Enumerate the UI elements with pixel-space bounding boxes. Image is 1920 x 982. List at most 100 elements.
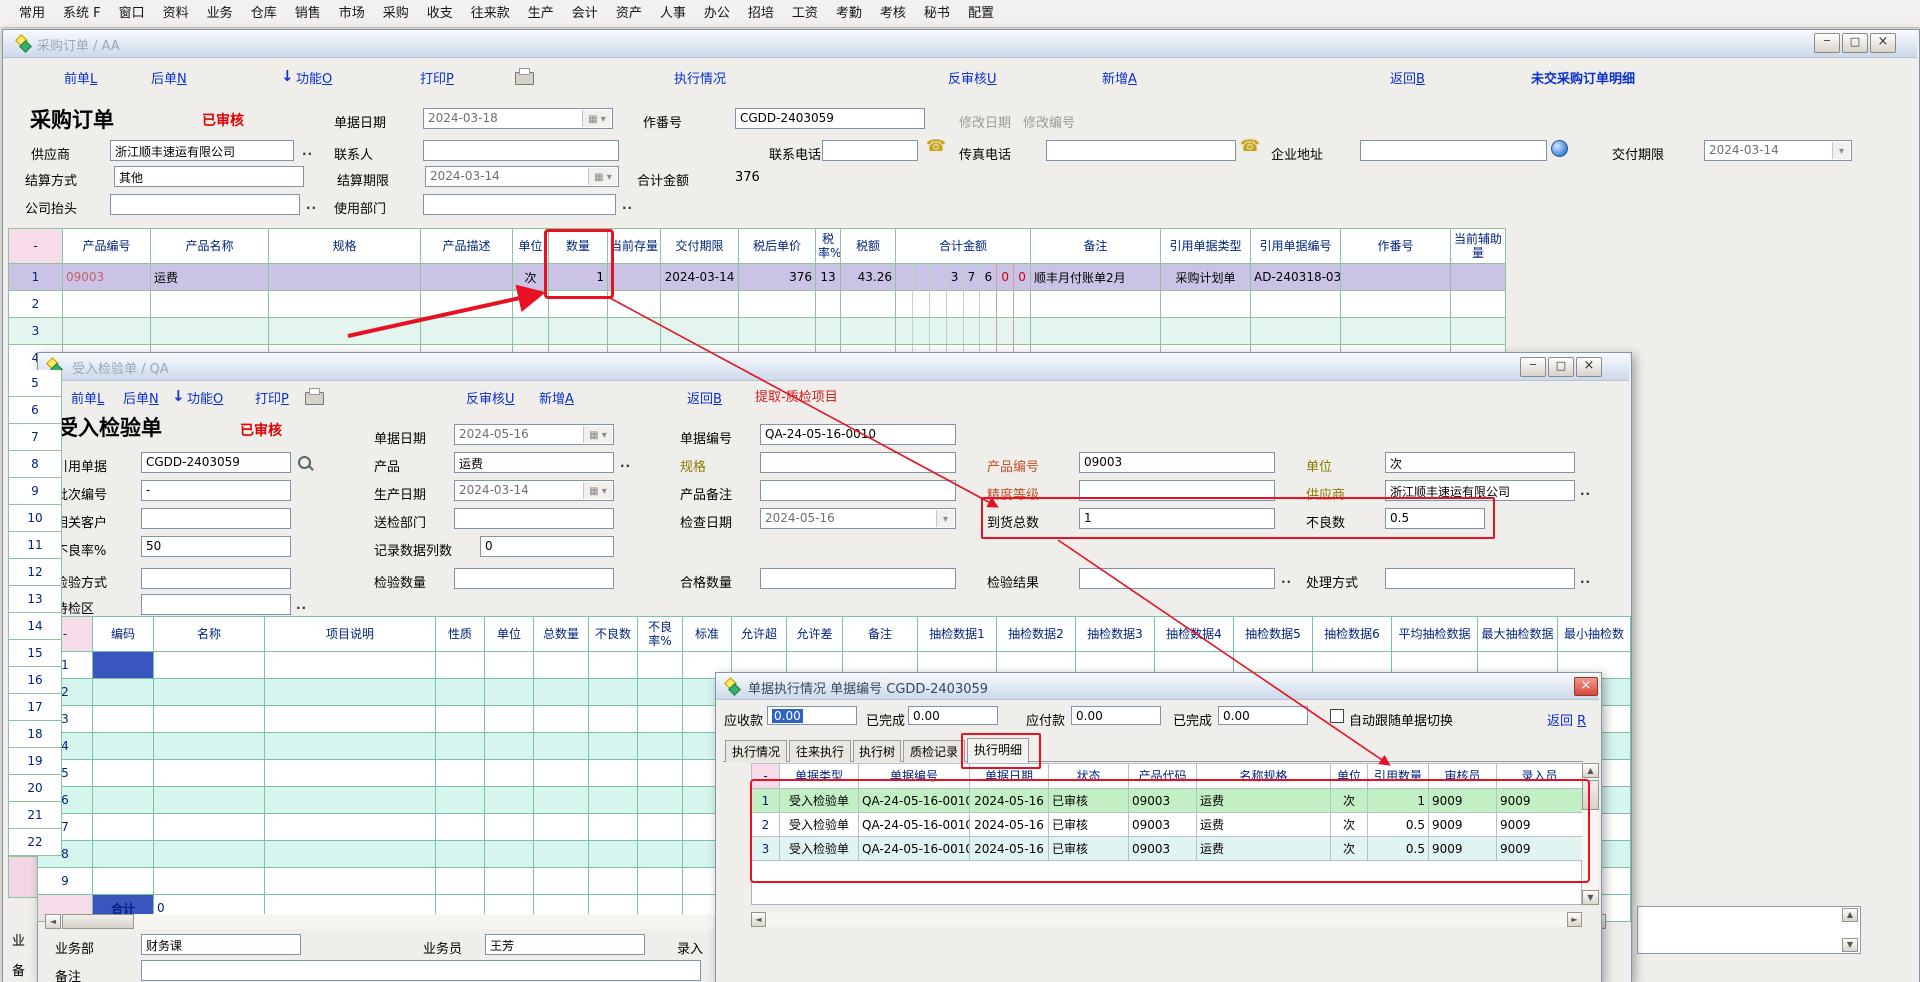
exec-titlebar[interactable]: 单据执行情况 单据编号 CGDD-2403059 — [716, 673, 1599, 700]
qa-unapprove-button[interactable]: 反审核U — [466, 388, 515, 407]
po-grid-row-3[interactable]: 3 — [9, 318, 1506, 345]
qa-spec-field[interactable] — [760, 452, 956, 473]
qa-product-note-field[interactable] — [760, 480, 956, 501]
po-pending-detail-link[interactable]: 未交采购订单明细 — [1531, 68, 1635, 87]
po-settle-method-field[interactable]: 其他 — [114, 166, 304, 187]
qa-note-field[interactable] — [141, 960, 701, 981]
menu-item[interactable]: 考勤 — [827, 0, 871, 27]
po-delivery-deadline-field[interactable]: 2024-03-14 — [1704, 140, 1852, 161]
row-number[interactable]: 11 — [8, 532, 62, 559]
exec-receivable-field[interactable]: 0.00 — [767, 706, 857, 725]
menu-item[interactable]: 工资 — [783, 0, 827, 27]
wait-area-lookup-button[interactable]: .. — [296, 598, 307, 612]
po-exec-status-link[interactable]: 执行情况 — [674, 68, 726, 87]
po-doc-no-field[interactable]: CGDD-2403059 — [735, 108, 925, 129]
po-minimize-button[interactable] — [1814, 33, 1840, 53]
qa-function-button[interactable]: 功能O — [187, 388, 223, 407]
scroll-up-button[interactable] — [1582, 763, 1599, 778]
company-title-lookup-button[interactable]: .. — [306, 198, 317, 212]
calendar-dropdown-icon[interactable] — [582, 110, 611, 127]
row-number[interactable]: 5 — [8, 370, 62, 397]
menu-item[interactable]: 秘书 — [915, 0, 959, 27]
row-number[interactable]: 20 — [8, 775, 62, 802]
po-grid-row-1[interactable]: 1 09003 运费 次 1 2024-03-14 376 13 43.26 3… — [9, 264, 1506, 291]
qa-customer-field[interactable] — [141, 508, 291, 529]
po-add-button[interactable]: 新增A — [1102, 68, 1137, 87]
po-print-button[interactable]: 打印P — [420, 68, 454, 87]
menu-item[interactable]: 招培 — [739, 0, 783, 27]
exec-hscroll-track[interactable] — [766, 912, 1567, 927]
menu-item[interactable]: 仓库 — [242, 0, 286, 27]
row-number[interactable]: 13 — [8, 586, 62, 613]
qa-maximize-button[interactable] — [1548, 357, 1574, 377]
qa-prod-date-field[interactable]: 2024-03-14 — [454, 480, 614, 501]
row-number[interactable]: 14 — [8, 613, 62, 640]
qa-doc-date-field[interactable]: 2024-05-16 — [454, 424, 614, 445]
po-supplier-field[interactable]: 浙江顺丰速运有限公司 — [110, 140, 294, 161]
qa-send-dept-field[interactable] — [454, 508, 614, 529]
po-prev-button[interactable]: 前单L — [64, 68, 97, 87]
row-number[interactable]: 10 — [8, 505, 62, 532]
exec-back-button[interactable]: 返回 R — [1547, 710, 1586, 729]
menu-item[interactable]: 业务 — [198, 0, 242, 27]
qa-product-field[interactable]: 运费 — [454, 452, 614, 473]
row-number[interactable]: 15 — [8, 640, 62, 667]
qa-result-field[interactable] — [1079, 568, 1275, 589]
po-close-button[interactable] — [1870, 33, 1896, 53]
qa-extract-items-link[interactable]: 提取-质检项目 — [755, 386, 838, 405]
menu-item[interactable]: 生产 — [519, 0, 563, 27]
qa-handling-field[interactable] — [1385, 568, 1575, 589]
qa-doc-no-field[interactable]: QA-24-05-16-0010 — [760, 424, 956, 445]
exec-recv-done-field[interactable]: 0.00 — [908, 706, 998, 725]
qa-back-button[interactable]: 返回B — [687, 388, 722, 407]
qa-person-field[interactable]: 王芳 — [485, 934, 645, 955]
phone-icon[interactable]: ☎ — [1240, 138, 1260, 154]
po-unapprove-button[interactable]: 反审核U — [948, 68, 997, 87]
menu-item[interactable]: 销售 — [286, 0, 330, 27]
menu-item[interactable]: 收支 — [418, 0, 462, 27]
po-back-button[interactable]: 返回B — [1390, 68, 1425, 87]
dropdown-icon[interactable] — [1832, 142, 1850, 159]
row-number[interactable]: 22 — [8, 829, 62, 856]
scroll-right-button[interactable] — [1567, 912, 1582, 927]
menu-item[interactable]: 考核 — [871, 0, 915, 27]
qa-check-date-field[interactable]: 2024-05-16 — [760, 508, 956, 529]
po-phone-field[interactable] — [822, 140, 918, 161]
menu-item[interactable]: 会计 — [563, 0, 607, 27]
po-grid-row-2[interactable]: 2 — [9, 291, 1506, 318]
qa-close-button[interactable] — [1576, 357, 1602, 377]
po-address-field[interactable] — [1360, 140, 1547, 161]
qa-ref-doc-field[interactable]: CGDD-2403059 — [141, 452, 291, 473]
exec-close-button[interactable] — [1574, 677, 1598, 696]
result-lookup-button[interactable]: .. — [1281, 572, 1292, 586]
supplier-lookup-button[interactable]: .. — [302, 144, 313, 158]
qa-method-field[interactable] — [141, 568, 291, 589]
qa-pass-qty-field[interactable] — [760, 568, 956, 589]
row-number[interactable]: 21 — [8, 802, 62, 829]
auto-follow-checkbox[interactable] — [1330, 709, 1344, 723]
tab-exec-status[interactable]: 执行情况 — [725, 740, 787, 762]
dropdown-icon[interactable] — [936, 510, 954, 527]
po-use-dept-field[interactable] — [423, 194, 616, 215]
menu-item[interactable]: 市场 — [330, 0, 374, 27]
qa-dept-field[interactable]: 财务课 — [141, 934, 301, 955]
menu-item[interactable]: 资产 — [607, 0, 651, 27]
po-titlebar[interactable]: 采购订单 / AA — [3, 30, 1917, 58]
row-number[interactable]: 19 — [8, 748, 62, 775]
qa-minimize-button[interactable] — [1520, 357, 1546, 377]
search-icon[interactable] — [298, 456, 311, 469]
qa-next-button[interactable]: 后单N — [123, 388, 159, 407]
supplier-lookup-button[interactable]: .. — [1580, 484, 1591, 498]
row-number[interactable]: 18 — [8, 721, 62, 748]
calendar-dropdown-icon[interactable] — [588, 168, 617, 185]
exec-payable-field[interactable]: 0.00 — [1071, 706, 1161, 725]
menu-item[interactable]: 配置 — [959, 0, 1003, 27]
scroll-left-button[interactable] — [45, 914, 61, 929]
po-contact-field[interactable] — [423, 140, 619, 161]
po-maximize-button[interactable] — [1842, 33, 1868, 53]
menu-item[interactable]: 窗口 — [110, 0, 154, 27]
phone-icon[interactable]: ☎ — [926, 138, 946, 154]
qa-hscroll-thumb[interactable] — [62, 914, 134, 929]
po-company-title-field[interactable] — [110, 194, 300, 215]
menu-item[interactable]: 往来款 — [462, 0, 519, 27]
